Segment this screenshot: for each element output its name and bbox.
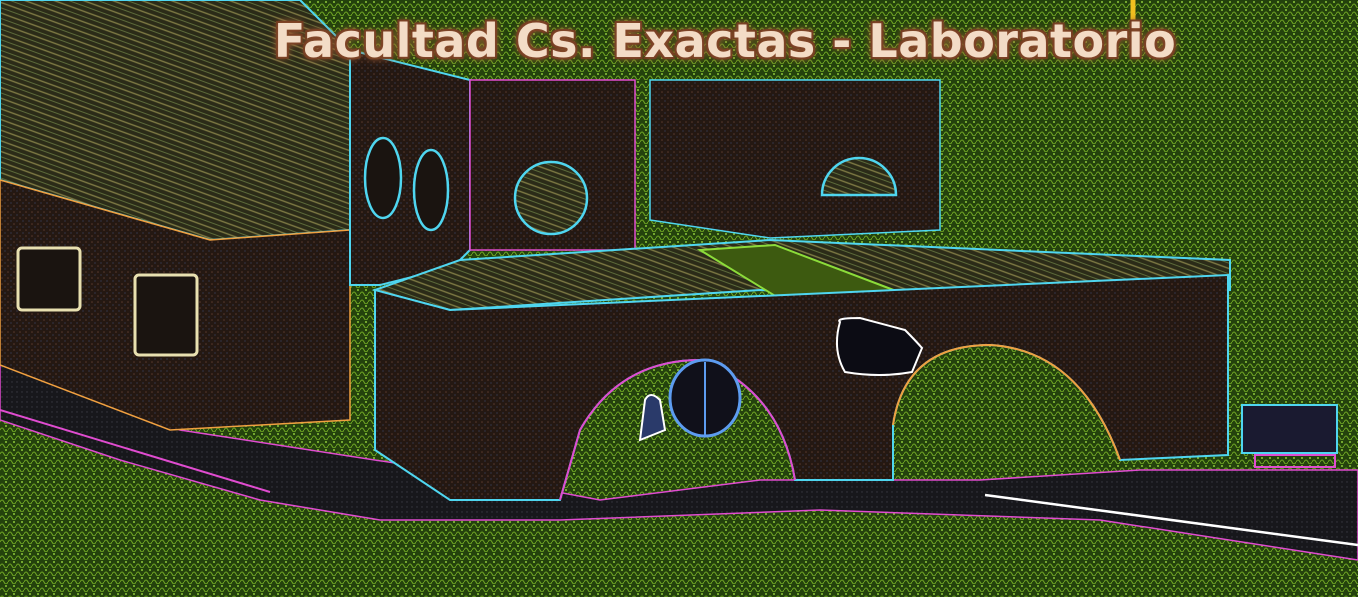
right-structure: [1241, 404, 1338, 454]
tower-oval-window-1: [363, 136, 403, 220]
window-left-2: [133, 273, 199, 357]
round-window-1: [513, 160, 589, 236]
window-left-1: [16, 246, 82, 312]
third-tower: [649, 79, 941, 239]
tower-oval-window-2: [412, 148, 450, 232]
photo-caption: Facultad Cs. Exactas - Laboratorio: [273, 14, 1177, 68]
photo-scene: Facultad Cs. Exactas - Laboratorio: [0, 0, 1358, 597]
edge-filtered-photo: [0, 0, 1358, 597]
